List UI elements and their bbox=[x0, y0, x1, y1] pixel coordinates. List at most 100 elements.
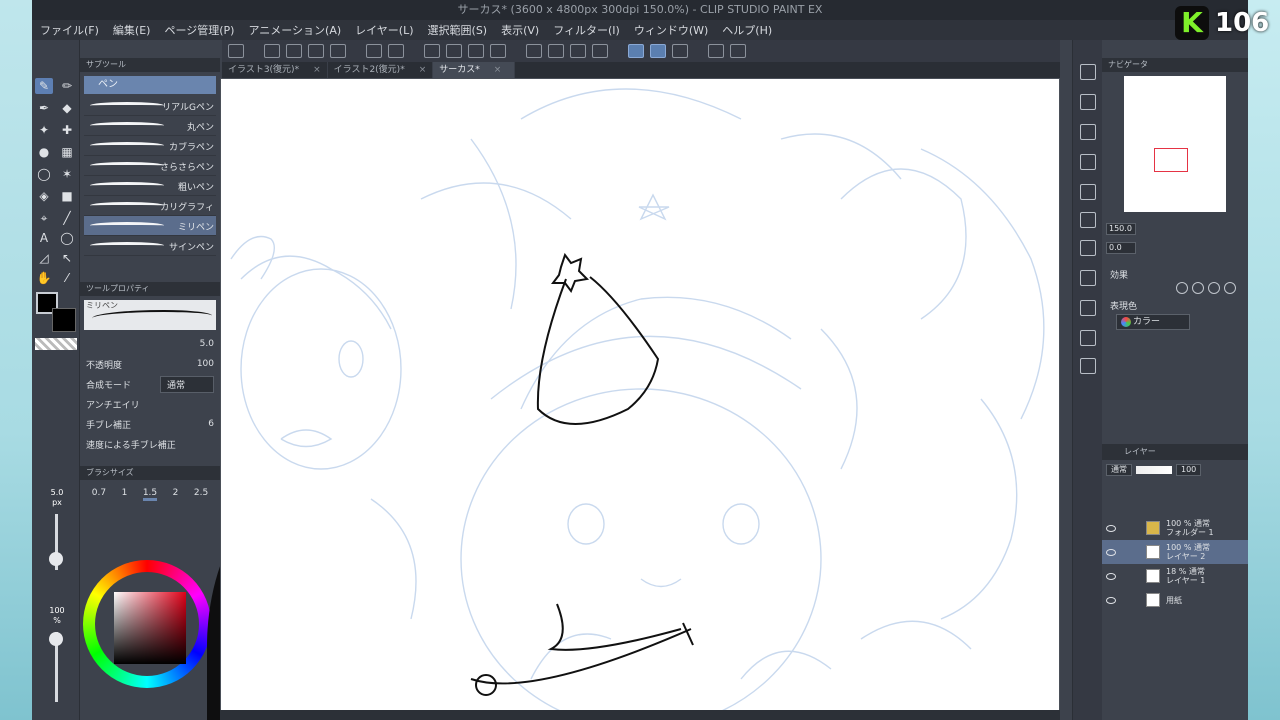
gradient-tool-icon[interactable]: ■ bbox=[58, 188, 76, 204]
eraser-tool-icon[interactable]: ◆ bbox=[58, 100, 76, 116]
navigator-viewport[interactable] bbox=[1154, 148, 1188, 172]
transform-icon[interactable] bbox=[490, 44, 506, 58]
sub-color-swatch[interactable] bbox=[52, 308, 76, 332]
decoration-tool-icon[interactable]: ✦ bbox=[35, 122, 53, 138]
deselect-icon[interactable] bbox=[526, 44, 542, 58]
blend-mode-row[interactable]: 合成モード 通常 bbox=[80, 374, 220, 394]
brush-milli-pen[interactable]: ミリペン bbox=[84, 216, 216, 236]
brush-size-row[interactable]: 5.0 bbox=[80, 334, 220, 354]
brush-size-option[interactable]: 1 bbox=[122, 488, 128, 501]
eye-icon[interactable] bbox=[1106, 596, 1116, 604]
menu-layer[interactable]: レイヤー(L) bbox=[355, 22, 413, 38]
operation-tool-icon[interactable]: ⌖ bbox=[35, 210, 53, 226]
lasso-tool-icon[interactable]: ◯ bbox=[35, 166, 53, 182]
zoom-field[interactable]: 150.0 bbox=[1106, 223, 1136, 235]
layer-row-paper[interactable]: 用紙 bbox=[1102, 588, 1248, 612]
menu-animation[interactable]: アニメーション(A) bbox=[248, 22, 341, 38]
pencil-tool-icon[interactable]: ✏ bbox=[58, 78, 76, 94]
selection-icon[interactable] bbox=[592, 44, 608, 58]
menu-selection[interactable]: 選択範囲(S) bbox=[428, 22, 488, 38]
hand-tool-icon[interactable]: ✋ bbox=[35, 270, 53, 286]
tab-circus[interactable]: サーカス* × bbox=[433, 62, 516, 78]
menu-edit[interactable]: 編集(E) bbox=[113, 22, 151, 38]
brush-size-option[interactable]: 2 bbox=[173, 488, 179, 501]
layer-row-layer-1[interactable]: 18 % 通常 レイヤー 1 bbox=[1102, 564, 1248, 588]
layer-blend-select[interactable]: 通常 bbox=[1106, 464, 1132, 476]
size-slider-knob[interactable] bbox=[49, 552, 63, 566]
transparent-color-swatch[interactable] bbox=[35, 338, 77, 350]
search-icon[interactable] bbox=[1080, 94, 1096, 110]
snap-ruler-icon[interactable] bbox=[628, 44, 644, 58]
tab-illust3[interactable]: イラスト3(復元)* × bbox=[222, 62, 328, 78]
eye-icon[interactable] bbox=[1106, 572, 1116, 580]
menu-page[interactable]: ページ管理(P) bbox=[164, 22, 234, 38]
brush-real-g-pen[interactable]: リアルGペン bbox=[84, 96, 216, 116]
clear-icon[interactable] bbox=[446, 44, 462, 58]
fill-icon[interactable] bbox=[468, 44, 484, 58]
invert-icon[interactable] bbox=[570, 44, 586, 58]
menu-filter[interactable]: フィルター(I) bbox=[553, 22, 620, 38]
eyedropper-tool-icon[interactable]: ⁄ bbox=[58, 270, 76, 286]
grid-tool-icon[interactable]: ▦ bbox=[58, 144, 76, 160]
redo-icon[interactable] bbox=[388, 44, 404, 58]
snap-grid-icon[interactable] bbox=[672, 44, 688, 58]
balloon-tool-icon[interactable]: ◯ bbox=[58, 230, 76, 246]
help-icon[interactable] bbox=[730, 44, 746, 58]
eye-icon[interactable] bbox=[1106, 524, 1116, 532]
border-effect-icon[interactable] bbox=[1176, 282, 1188, 294]
brush-sign-pen[interactable]: サインペン bbox=[84, 236, 216, 256]
crop-icon[interactable] bbox=[548, 44, 564, 58]
brush-tool-icon[interactable]: ✒ bbox=[35, 100, 53, 116]
menu-help[interactable]: ヘルプ(H) bbox=[722, 22, 772, 38]
sub-view-icon[interactable] bbox=[1080, 124, 1096, 140]
auto-action-icon[interactable] bbox=[1080, 240, 1096, 256]
layer-color-icon[interactable] bbox=[1208, 282, 1220, 294]
blend-mode-select[interactable]: 通常 bbox=[160, 375, 214, 393]
brush-calligraphy[interactable]: カリグラフィ bbox=[84, 196, 216, 216]
item-bank-icon[interactable] bbox=[1080, 270, 1096, 286]
expression-color-select[interactable]: カラー bbox=[1116, 314, 1190, 330]
extract-line-icon[interactable] bbox=[1224, 282, 1236, 294]
stabilization-row[interactable]: 手ブレ補正 6 bbox=[80, 414, 220, 434]
history-icon[interactable] bbox=[1080, 212, 1096, 228]
save-icon[interactable] bbox=[308, 44, 324, 58]
layer-row-layer-2[interactable]: 100 % 通常 レイヤー 2 bbox=[1102, 540, 1248, 564]
home-icon[interactable] bbox=[228, 44, 244, 58]
menu-view[interactable]: 表示(V) bbox=[501, 22, 539, 38]
opacity-slider-knob[interactable] bbox=[49, 632, 63, 646]
tone-effect-icon[interactable] bbox=[1192, 282, 1204, 294]
camera-icon[interactable] bbox=[1080, 154, 1096, 170]
open-icon[interactable] bbox=[286, 44, 302, 58]
timeline-icon[interactable] bbox=[1080, 300, 1096, 316]
frame-tool-icon[interactable]: ◿ bbox=[35, 250, 53, 266]
opacity-value[interactable]: 100 bbox=[197, 359, 214, 369]
brush-size-option[interactable]: 2.5 bbox=[194, 488, 208, 501]
brush-size-value[interactable]: 5.0 bbox=[200, 339, 214, 349]
fill-tool-icon[interactable]: ◈ bbox=[35, 188, 53, 204]
antialias-row[interactable]: アンチエイリ bbox=[80, 394, 220, 414]
undo-icon[interactable] bbox=[366, 44, 382, 58]
text-tool-icon[interactable]: A bbox=[35, 230, 53, 246]
line-tool-icon[interactable]: ╱ bbox=[58, 210, 76, 226]
correct-line-icon[interactable]: ↖ bbox=[58, 250, 76, 266]
rotation-field[interactable]: 0.0 bbox=[1106, 242, 1136, 254]
blend-tool-icon[interactable]: ● bbox=[35, 144, 53, 160]
busy-icon[interactable] bbox=[424, 44, 440, 58]
layer-property-icon[interactable] bbox=[1080, 184, 1096, 200]
move-tool-icon[interactable]: ✚ bbox=[58, 122, 76, 138]
new-file-icon[interactable] bbox=[264, 44, 280, 58]
snap-special-icon[interactable] bbox=[650, 44, 666, 58]
drawing-canvas[interactable] bbox=[221, 79, 1059, 710]
animation-cel-icon[interactable] bbox=[1080, 330, 1096, 346]
brush-kabura-pen[interactable]: カブラペン bbox=[84, 136, 216, 156]
layer-opacity-value[interactable]: 100 bbox=[1176, 464, 1202, 476]
eye-icon[interactable] bbox=[1106, 548, 1116, 556]
export-icon[interactable] bbox=[330, 44, 346, 58]
tab-close-icon[interactable]: × bbox=[313, 62, 321, 78]
stabilization-value[interactable]: 6 bbox=[208, 419, 214, 429]
brush-size-option[interactable]: 0.7 bbox=[92, 488, 106, 501]
menu-file[interactable]: ファイル(F) bbox=[40, 22, 99, 38]
auto-select-icon[interactable]: ✶ bbox=[58, 166, 76, 182]
brush-sarasara-pen[interactable]: さらさらペン bbox=[84, 156, 216, 176]
tab-close-icon[interactable]: × bbox=[494, 62, 502, 78]
